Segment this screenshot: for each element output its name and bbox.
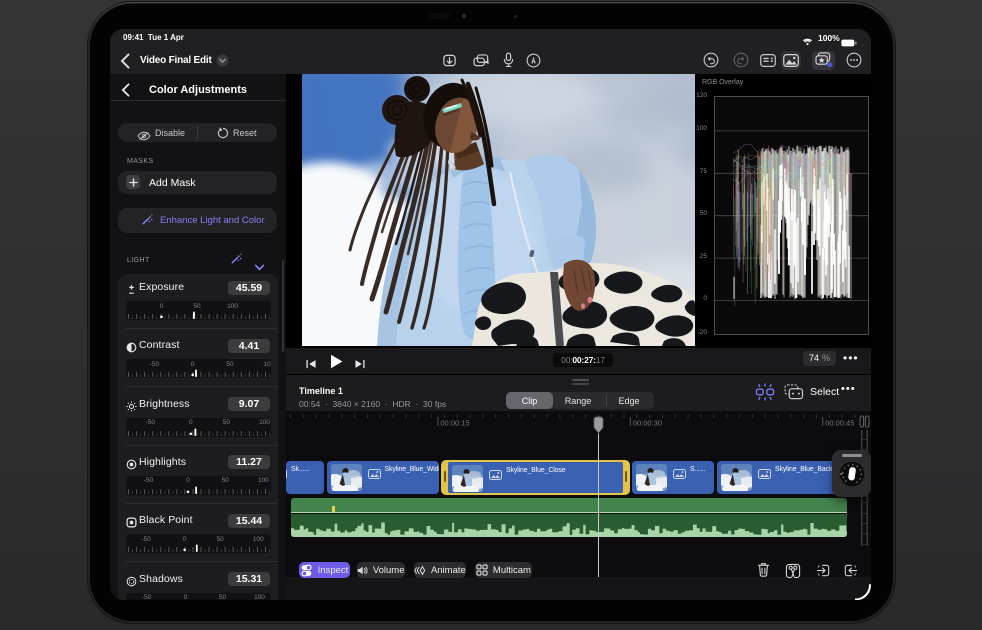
svg-text:00:00:15: 00:00:15 — [440, 419, 469, 428]
svg-text:00:00:45: 00:00:45 — [825, 419, 854, 428]
svg-text:00:00:30: 00:00:30 — [633, 419, 662, 428]
